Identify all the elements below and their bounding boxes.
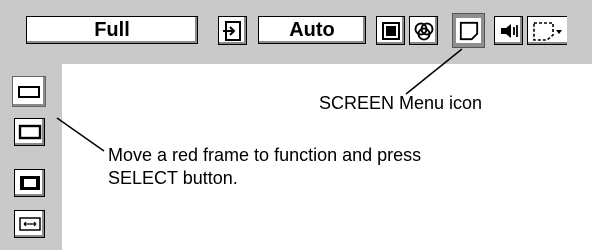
sidebar-leader-line [56,117,105,152]
screen-icon-leader-line [405,48,463,95]
move-frame-instruction-line2: SELECT button. [108,168,238,188]
move-frame-instruction-line1: Move a red frame to function and press [108,145,422,165]
callout-lines [56,48,463,152]
screen-menu-icon-label: SCREEN Menu icon [319,93,483,113]
